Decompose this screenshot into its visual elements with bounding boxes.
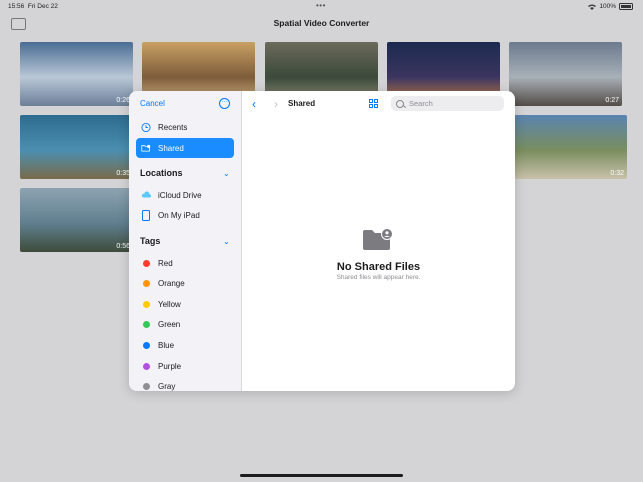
status-right: 100% <box>588 3 633 10</box>
status-time: 15:56 Fri Dec 22 <box>8 3 58 10</box>
video-thumbnail[interactable]: 0:26 <box>20 42 133 106</box>
picker-content: ‹ › Shared No Shared Files Shared files … <box>242 91 515 391</box>
sidebar-item-tag-green[interactable]: Green <box>136 315 234 335</box>
sidebar-item-tag-orange[interactable]: Orange <box>136 274 234 294</box>
sidebar-item-tag-purple[interactable]: Purple <box>136 356 234 376</box>
sidebar-item-label: Blue <box>158 340 175 350</box>
sidebar-item-label: Red <box>158 258 173 268</box>
video-duration: 0:56 <box>116 243 130 250</box>
home-indicator[interactable] <box>240 474 403 477</box>
tag-color-icon <box>142 259 150 267</box>
multitasking-dots[interactable]: ••• <box>316 1 326 10</box>
search-field[interactable] <box>391 96 504 111</box>
video-duration: 0:27 <box>605 97 619 104</box>
battery-percent: 100% <box>599 3 616 10</box>
tag-color-icon <box>142 341 150 349</box>
cancel-button[interactable]: Cancel <box>140 99 165 108</box>
locations-header: Locations <box>140 168 183 178</box>
sidebar-item-label: Shared <box>158 143 184 153</box>
ipad-icon <box>142 209 150 221</box>
sidebar-item-tag-red[interactable]: Red <box>136 253 234 273</box>
sidebar-item-label: Yellow <box>158 299 181 309</box>
wifi-icon <box>588 4 597 10</box>
document-picker: Cancel ··· Recents Shared Locations ⌄ iC… <box>129 91 515 391</box>
back-chevron-icon[interactable]: ‹ <box>252 97 256 111</box>
tag-color-icon <box>142 321 150 329</box>
shared-folder-icon <box>141 144 151 152</box>
tag-color-icon <box>142 300 150 308</box>
tags-header: Tags <box>140 236 161 246</box>
sidebar-item-ipad[interactable]: On My iPad <box>136 205 234 225</box>
tag-color-icon <box>142 383 150 391</box>
sidebar-item-tag-gray[interactable]: Gray <box>136 377 234 391</box>
sidebar-item-tag-blue[interactable]: Blue <box>136 335 234 355</box>
shared-folder-icon <box>363 228 393 250</box>
grid-view-icon[interactable] <box>369 99 378 108</box>
sidebar-item-label: Purple <box>158 361 182 371</box>
tag-color-icon <box>142 362 150 370</box>
sidebar-item-shared[interactable]: Shared <box>136 138 234 158</box>
page-title: Spatial Video Converter <box>273 18 370 28</box>
forward-chevron-icon[interactable]: › <box>274 97 278 111</box>
sidebar-item-label: Recents <box>158 122 188 132</box>
more-options-icon[interactable]: ··· <box>219 98 230 109</box>
video-duration: 0:35 <box>116 170 130 177</box>
sidebar-item-label: Gray <box>158 382 176 391</box>
chevron-down-icon[interactable]: ⌄ <box>223 237 230 246</box>
status-bar: 15:56 Fri Dec 22 ••• 100% <box>0 0 643 12</box>
video-duration: 0:32 <box>610 170 624 177</box>
video-thumbnail[interactable]: 0:56 <box>20 188 133 252</box>
sidebar-item-tag-yellow[interactable]: Yellow <box>136 294 234 314</box>
search-input[interactable] <box>409 99 499 108</box>
clock-icon <box>141 122 151 132</box>
empty-state-title: No Shared Files <box>336 261 421 273</box>
video-thumbnail[interactable]: 0:32 <box>514 115 627 179</box>
video-thumbnail[interactable]: 0:27 <box>509 42 622 106</box>
sidebar-item-label: Orange <box>158 279 185 289</box>
sidebar-item-label: iCloud Drive <box>158 190 202 200</box>
video-duration: 0:26 <box>116 97 130 104</box>
battery-icon <box>619 3 633 10</box>
empty-state-subtitle: Shared files will appear here. <box>336 274 421 281</box>
location-title: Shared <box>288 99 316 108</box>
video-thumbnail[interactable]: 0:35 <box>20 115 133 179</box>
tag-color-icon <box>142 280 150 288</box>
sidebar-item-label: Green <box>158 320 181 330</box>
chevron-down-icon[interactable]: ⌄ <box>223 169 230 178</box>
picker-sidebar: Cancel ··· Recents Shared Locations ⌄ iC… <box>129 91 242 391</box>
search-icon <box>396 99 404 108</box>
sidebar-item-icloud[interactable]: iCloud Drive <box>136 185 234 205</box>
cloud-icon <box>141 191 151 198</box>
sidebar-item-recents[interactable]: Recents <box>136 117 234 137</box>
sidebar-item-label: On My iPad <box>158 210 200 220</box>
